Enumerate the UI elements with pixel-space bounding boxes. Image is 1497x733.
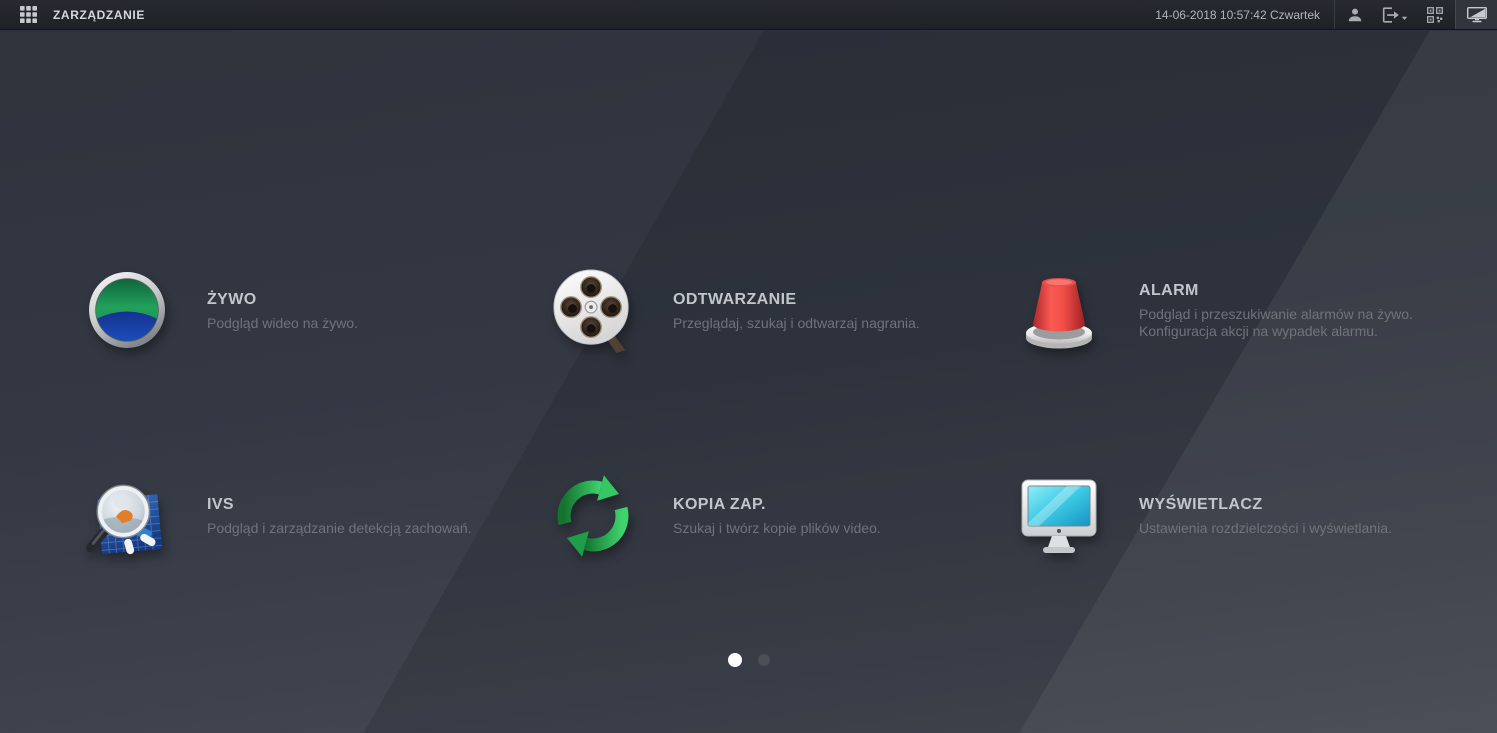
apps-grid-icon[interactable] <box>15 0 41 29</box>
menu-item-alarm[interactable]: ALARM Podgląd i przeszukiwanie alarmów n… <box>1017 263 1483 359</box>
menu-title: ŻYWO <box>207 290 257 308</box>
menu-title: IVS <box>207 495 234 513</box>
menu-desc: Ustawienia rozdzielczości i wyświetlania… <box>1139 519 1392 536</box>
menu-item-zywo[interactable]: ŻYWO Podgląd wideo na żywo. <box>85 263 551 359</box>
menu-desc: Przeglądaj, szukaj i odtwarzaj nagrania. <box>673 314 920 331</box>
pagination <box>727 653 770 667</box>
topbar: ZARZĄDZANIE 14-06-2018 10:57:42 Czwartek <box>0 0 1497 30</box>
menu-item-ivs[interactable]: IVS Podgląd i zarządzanie detekcją zacho… <box>85 468 551 564</box>
datetime-display: 14-06-2018 10:57:42 Czwartek <box>1155 7 1320 22</box>
live-view-icon <box>85 268 169 354</box>
logout-icon[interactable] <box>1375 0 1415 29</box>
menu-title: ALARM <box>1139 282 1199 300</box>
menu-title: WYŚWIETLACZ <box>1139 495 1263 513</box>
ivs-magnifier-icon <box>85 471 169 561</box>
menu-title: ODTWARZANIE <box>673 290 797 308</box>
topbar-right: 14-06-2018 10:57:42 Czwartek <box>1155 0 1497 29</box>
qr-code-icon[interactable] <box>1415 0 1455 29</box>
menu-desc: Szukaj i twórz kopie plików video. <box>673 519 881 536</box>
menu-desc: Podgląd i zarządzanie detekcją zachowań. <box>207 519 472 536</box>
display-monitor-icon <box>1017 474 1101 558</box>
alarm-siren-icon <box>1017 267 1101 355</box>
page-title: ZARZĄDZANIE <box>53 7 145 22</box>
management-home-screen: ZARZĄDZANIE 14-06-2018 10:57:42 Czwartek <box>0 0 1497 733</box>
backup-sync-icon <box>551 472 635 560</box>
menu-item-kopia-zap[interactable]: KOPIA ZAP. Szukaj i twórz kopie plików v… <box>551 468 1017 564</box>
menu-desc-2: Konfiguracja akcji na wypadek alarmu. <box>1139 323 1378 339</box>
menu-item-odtwarzanie[interactable]: ODTWARZANIE Przeglądaj, szukaj i odtwarz… <box>551 263 1017 359</box>
menu-grid: ŻYWO Podgląd wideo na żywo. ODTWARZANIE … <box>85 263 1483 564</box>
menu-title: KOPIA ZAP. <box>673 495 766 513</box>
display-toggle-icon[interactable] <box>1455 0 1497 29</box>
menu-desc: Podgląd wideo na żywo. <box>207 314 358 331</box>
menu-item-wyswietlacz[interactable]: WYŚWIETLACZ Ustawienia rozdzielczości i … <box>1017 468 1483 564</box>
topbar-left: ZARZĄDZANIE <box>0 0 145 29</box>
menu-desc: Podgląd i przeszukiwanie alarmów na żywo… <box>1139 306 1413 323</box>
main-content: ŻYWO Podgląd wideo na żywo. ODTWARZANIE … <box>0 31 1497 733</box>
pagination-dot-1[interactable] <box>727 653 742 667</box>
pagination-dot-2[interactable] <box>757 654 770 666</box>
user-icon[interactable] <box>1335 0 1375 29</box>
playback-icon <box>551 267 635 355</box>
